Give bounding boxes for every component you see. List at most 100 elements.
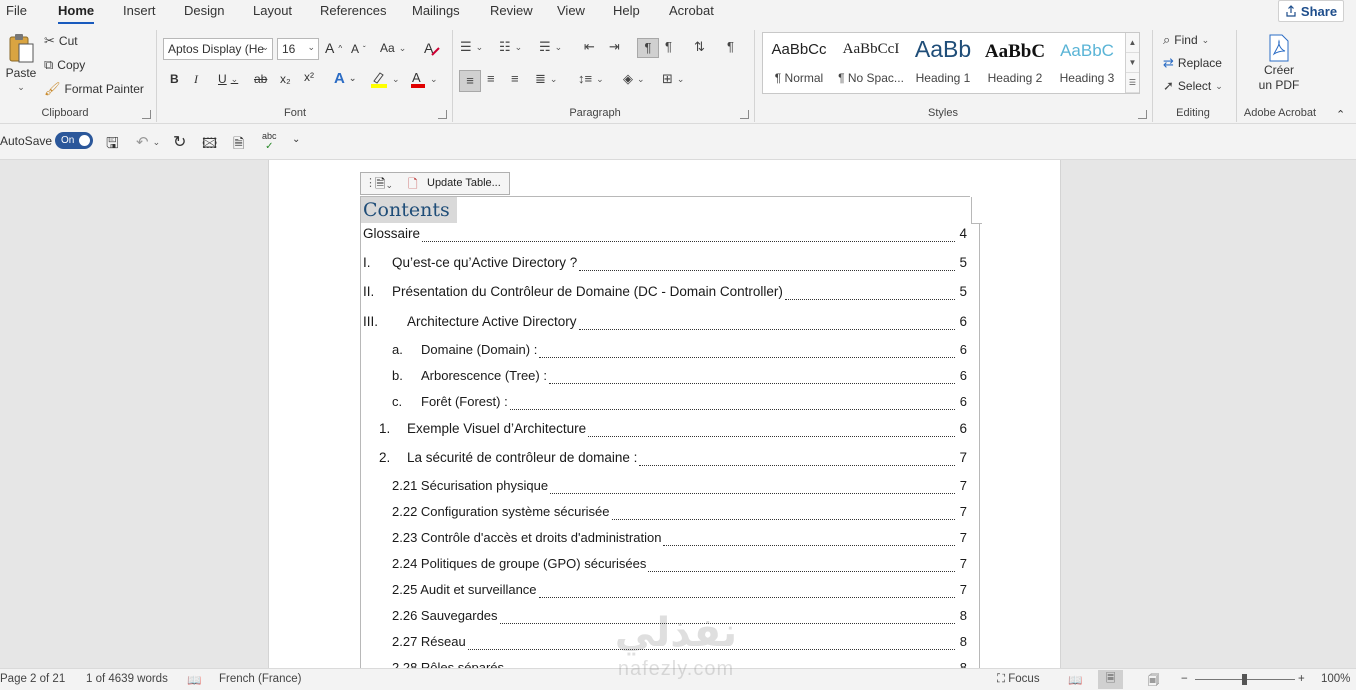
tab-design[interactable]: Design (184, 3, 224, 18)
toc-entry[interactable]: II. Présentation du Contrôleur de Domaine… (363, 284, 967, 304)
strikethrough-button[interactable]: ab (254, 72, 267, 86)
toc-entry[interactable]: 2.23 Contrôle d'accès et droits d'admini… (392, 530, 967, 550)
justify-button[interactable]: ≣ ⌄ (535, 72, 557, 86)
autosave-toggle[interactable]: On (55, 132, 93, 149)
collapse-ribbon-button[interactable]: ⌃ (1336, 108, 1345, 121)
zoom-in-icon[interactable]: + (1298, 673, 1305, 685)
bold-button[interactable]: B (170, 72, 179, 86)
align-left-button[interactable]: ≡ (459, 70, 481, 92)
show-marks-button[interactable]: ¶ (727, 40, 734, 54)
share-button[interactable]: Share (1278, 0, 1344, 22)
save-icon[interactable]: 🖫 (106, 133, 119, 158)
clear-formatting-button[interactable]: A (423, 39, 441, 57)
redo-icon[interactable]: ↻ (173, 132, 186, 152)
spelling-icon[interactable]: abc ✓ (262, 131, 277, 152)
tab-insert[interactable]: Insert (123, 3, 156, 18)
toc-entry[interactable]: 2.22 Configuration système sécurisée 7 (392, 504, 967, 524)
toc-entry[interactable]: c. Forêt (Forest) : 6 (392, 394, 967, 414)
tab-layout[interactable]: Layout (253, 3, 292, 18)
style-normal[interactable]: AaBbCc ¶ Normal (763, 33, 835, 93)
tab-file[interactable]: File (6, 3, 27, 18)
web-layout-icon[interactable]: 🗐 (1148, 673, 1160, 690)
change-case-button[interactable]: Aa ⌄ (380, 41, 406, 55)
align-right-button[interactable]: ≡ (511, 72, 519, 86)
underline-button[interactable]: U ⌄ (218, 72, 238, 86)
language-status[interactable]: French (France) (219, 673, 301, 685)
toc-entry[interactable]: b. Arborescence (Tree) : 6 (392, 368, 967, 388)
tab-home[interactable]: Home (58, 3, 95, 25)
style-heading-2[interactable]: AaBbC Heading 2 (979, 33, 1051, 93)
toc-entry[interactable]: 2.25 Audit et surveillance 7 (392, 582, 967, 602)
font-size-combo[interactable]: 16 ⌄ (277, 38, 319, 60)
highlight-button[interactable]: ⌄ (370, 70, 400, 88)
tab-mailings[interactable]: Mailings (412, 3, 460, 18)
paragraph-launcher-icon[interactable] (740, 110, 749, 119)
tab-review[interactable]: Review (490, 3, 533, 18)
toc-entry[interactable]: III. Architecture Active Directory 6 (363, 314, 967, 334)
ltr-button[interactable]: ¶ (637, 38, 659, 58)
text-effects-button[interactable]: A ⌄ (334, 70, 356, 87)
focus-button[interactable]: ⛶ Focus (997, 673, 1040, 686)
superscript-button[interactable]: x² (304, 70, 314, 84)
font-launcher-icon[interactable] (438, 110, 447, 119)
create-pdf-button[interactable]: Créer un PDF (1250, 34, 1308, 92)
read-mode-icon[interactable]: 📖 (1068, 673, 1082, 687)
line-spacing-button[interactable]: ↕≡ ⌄ (578, 72, 604, 86)
tab-help[interactable]: Help (613, 3, 640, 18)
style-heading-3[interactable]: AaBbC Heading 3 (1051, 33, 1123, 93)
customize-qat-icon[interactable]: ⌄ (292, 134, 300, 145)
align-center-button[interactable]: ≡ (487, 72, 495, 86)
gallery-more-icon[interactable]: ☰ (1126, 73, 1139, 93)
sort-button[interactable]: ⇅ (694, 40, 705, 54)
paste-button[interactable]: Paste ⌄ (6, 32, 36, 93)
styles-launcher-icon[interactable] (1138, 110, 1147, 119)
decrease-indent-button[interactable]: ⇤ (584, 40, 595, 54)
word-count[interactable]: 1 of 4639 words (86, 673, 168, 685)
print-layout-icon[interactable]: 🗏 (1098, 670, 1124, 689)
toc-entry[interactable]: 2.26 Sauvegardes 8 (392, 608, 967, 628)
proofing-icon[interactable]: 📖 (187, 673, 201, 687)
toc-entry[interactable]: 2.28 Rôles séparés 8 (392, 660, 967, 668)
toc-menu-icon[interactable]: 🗎⌄ (375, 175, 393, 197)
page-count[interactable]: Page 2 of 21 (0, 673, 65, 685)
select-button[interactable]: ➚ Select ⌄ (1163, 79, 1223, 94)
chevron-up-icon[interactable]: ▲ (1126, 33, 1139, 53)
chevron-down-icon[interactable]: ▼ (1126, 53, 1139, 73)
tab-references[interactable]: References (320, 3, 386, 18)
zoom-out-icon[interactable]: − (1181, 673, 1188, 685)
bullets-button[interactable]: ☰ ⌄ (460, 40, 483, 54)
format-painter-button[interactable]: 🖌 Format Painter (44, 82, 144, 97)
toc-entry[interactable]: 2.27 Réseau 8 (392, 634, 967, 654)
grow-font-button[interactable]: A ^ (325, 40, 342, 56)
toc-entry[interactable]: Glossaire 4 (363, 226, 967, 246)
zoom-level[interactable]: 100% (1321, 673, 1350, 685)
rtl-button[interactable]: ¶ (665, 40, 672, 54)
subscript-button[interactable]: x₂ (280, 72, 291, 86)
clipboard-launcher-icon[interactable] (142, 110, 151, 119)
undo-icon[interactable]: ↶ ⌄ (136, 133, 160, 151)
toc-entry[interactable]: 1. Exemple Visuel d’Architecture 6 (379, 421, 967, 441)
italic-button[interactable]: I (194, 72, 198, 87)
print-preview-icon[interactable]: 🗎 (233, 133, 244, 157)
borders-button[interactable]: ⊞ ⌄ (662, 72, 684, 86)
font-color-button[interactable]: A ⌄ (410, 70, 438, 88)
tab-acrobat[interactable]: Acrobat (669, 3, 714, 18)
style-no-spacing[interactable]: AaBbCcI ¶ No Spac... (835, 33, 907, 93)
cut-button[interactable]: ✂ Cut (44, 34, 78, 49)
toc-entry[interactable]: 2. La sécurité de contrôleur de domaine :… (379, 450, 967, 470)
zoom-slider-thumb[interactable] (1242, 674, 1247, 685)
find-button[interactable]: ⌕ Find ⌄ (1163, 33, 1209, 48)
image-icon[interactable]: 🖾 (202, 133, 217, 157)
copy-button[interactable]: ⧉ Copy (44, 58, 85, 73)
toc-entry[interactable]: 2.24 Politiques de groupe (GPO) sécurisé… (392, 556, 967, 576)
style-heading-1[interactable]: AaBb Heading 1 (907, 33, 979, 93)
shading-button[interactable]: ◈ ⌄ (623, 72, 645, 86)
numbering-button[interactable]: ☷ ⌄ (499, 40, 522, 54)
shrink-font-button[interactable]: Aˇ (351, 42, 366, 56)
toc-entry[interactable]: I. Qu’est-ce qu’Active Directory ? 5 (363, 255, 967, 275)
update-table-button[interactable]: Update Table... (427, 177, 501, 189)
increase-indent-button[interactable]: ⇥ (609, 40, 620, 54)
toc-entry[interactable]: 2.21 Sécurisation physique 7 (392, 478, 967, 498)
toc-entry[interactable]: a. Domaine (Domain) : 6 (392, 342, 967, 362)
tab-view[interactable]: View (557, 3, 585, 18)
